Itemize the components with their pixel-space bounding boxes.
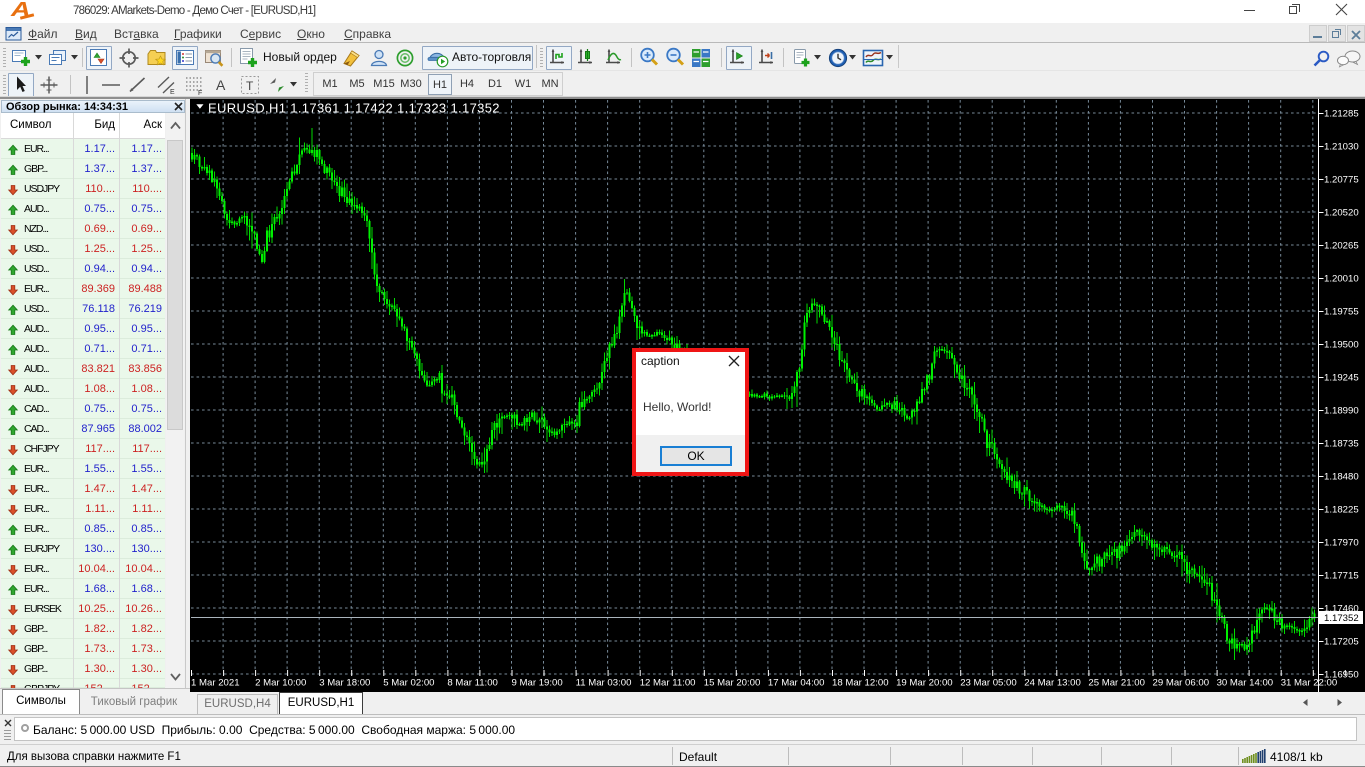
svg-text:1.18990: 1.18990 (1324, 406, 1359, 417)
svg-text:24 Mar 13:00: 24 Mar 13:00 (1024, 678, 1081, 689)
svg-text:1.19245: 1.19245 (1324, 373, 1359, 384)
svg-text:1.20520: 1.20520 (1324, 208, 1359, 219)
svg-text:T: T (246, 79, 254, 93)
svg-text:1.18735: 1.18735 (1324, 439, 1359, 450)
svg-text:1.21030: 1.21030 (1324, 142, 1359, 153)
svg-text:EURUSD,H1 1.17361 1.17422 1.1: EURUSD,H1 1.17361 1.17422 1.17323 1.1735… (208, 101, 500, 116)
svg-text:1.20010: 1.20010 (1324, 274, 1359, 285)
svg-text:1.21285: 1.21285 (1324, 109, 1359, 120)
svg-text:12 Mar 11:00: 12 Mar 11:00 (640, 678, 696, 689)
svg-text:1.20265: 1.20265 (1324, 241, 1359, 252)
svg-text:A: A (216, 77, 226, 93)
svg-text:1.17970: 1.17970 (1324, 538, 1359, 549)
svg-text:29 Mar 06:00: 29 Mar 06:00 (1153, 678, 1210, 689)
svg-text:31 Mar 22:00: 31 Mar 22:00 (1281, 678, 1338, 689)
svg-text:E: E (170, 89, 175, 96)
svg-text:5 Mar 02:00: 5 Mar 02:00 (383, 678, 434, 689)
svg-text:17 Mar 04:00: 17 Mar 04:00 (768, 678, 825, 689)
svg-text:1 Mar 2021: 1 Mar 2021 (191, 678, 240, 689)
svg-text:30 Mar 14:00: 30 Mar 14:00 (1217, 678, 1274, 689)
svg-text:9 Mar 19:00: 9 Mar 19:00 (512, 678, 563, 689)
svg-text:19 Mar 20:00: 19 Mar 20:00 (896, 678, 953, 689)
svg-text:25 Mar 21:00: 25 Mar 21:00 (1088, 678, 1145, 689)
svg-text:18 Mar 12:00: 18 Mar 12:00 (832, 678, 889, 689)
svg-text:15 Mar 20:00: 15 Mar 20:00 (704, 678, 761, 689)
svg-text:1.19755: 1.19755 (1324, 307, 1359, 318)
svg-text:1.18225: 1.18225 (1324, 505, 1359, 516)
svg-text:1.17205: 1.17205 (1324, 637, 1359, 648)
svg-text:1.18480: 1.18480 (1324, 472, 1359, 483)
svg-text:1.19500: 1.19500 (1324, 340, 1359, 351)
svg-text:1.17715: 1.17715 (1324, 571, 1359, 582)
svg-text:3 Mar 18:00: 3 Mar 18:00 (319, 678, 370, 689)
svg-text:1.20775: 1.20775 (1324, 175, 1359, 186)
svg-text:8 Mar 11:00: 8 Mar 11:00 (447, 678, 497, 689)
svg-text:11 Mar 03:00: 11 Mar 03:00 (576, 678, 632, 689)
svg-text:1.17352: 1.17352 (1324, 613, 1359, 624)
svg-text:23 Mar 05:00: 23 Mar 05:00 (960, 678, 1017, 689)
svg-text:2 Mar 10:00: 2 Mar 10:00 (255, 678, 306, 689)
